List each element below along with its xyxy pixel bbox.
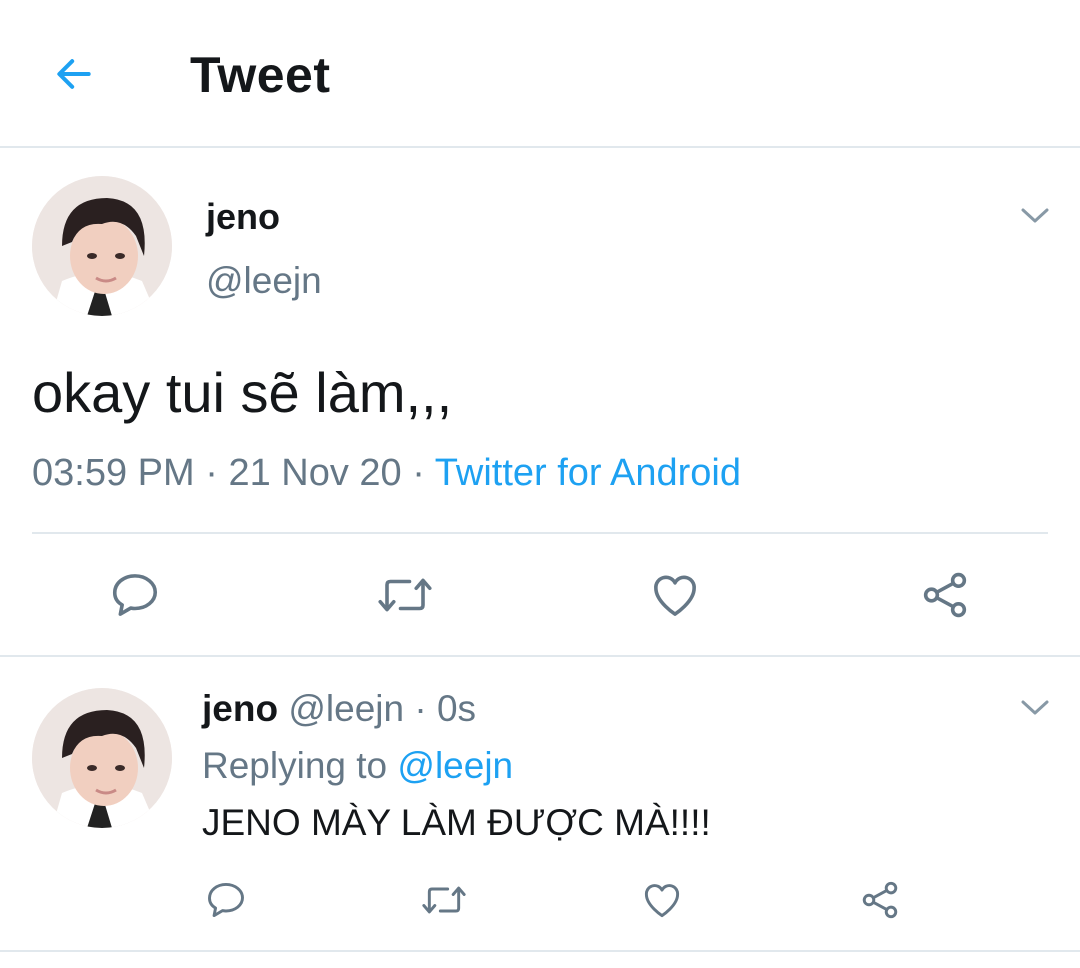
replying-to-mention[interactable]: @leejn: [397, 745, 513, 786]
heart-icon: [644, 884, 680, 918]
share-button[interactable]: [916, 566, 974, 624]
divider: [0, 655, 1080, 657]
reply-header: jeno @leejn · 0s: [202, 688, 476, 730]
reply-author-name[interactable]: jeno: [202, 688, 278, 729]
avatar[interactable]: [32, 176, 172, 316]
meta-separator: ·: [194, 452, 229, 494]
like-button[interactable]: [646, 566, 704, 624]
tweet-text: okay tui sẽ làm,,,: [32, 361, 453, 424]
tweet-date: 21 Nov 20: [228, 452, 402, 494]
back-button[interactable]: [48, 48, 100, 100]
reply-author-handle[interactable]: @leejn: [288, 688, 404, 729]
divider: [0, 950, 1080, 952]
reply-button[interactable]: [106, 566, 164, 624]
arrow-left-icon: [57, 59, 91, 89]
retweet-icon: [378, 578, 432, 612]
meta-separator: ·: [404, 688, 437, 729]
share-button[interactable]: [856, 876, 904, 924]
chevron-down-icon: [1021, 700, 1049, 715]
reply-age: 0s: [436, 688, 477, 729]
retweet-icon: [422, 886, 466, 914]
reply-text: JENO MÀY LÀM ĐƯỢC MÀ!!!!: [202, 802, 711, 843]
reply-icon: [208, 882, 244, 918]
tweet-time: 03:59 PM: [32, 452, 195, 494]
reply-icon: [112, 574, 158, 616]
chevron-down-icon: [1021, 208, 1049, 223]
avatar[interactable]: [32, 688, 172, 828]
heart-icon: [654, 575, 696, 616]
divider: [32, 532, 1048, 534]
tweet-options-button[interactable]: [1018, 200, 1052, 230]
like-button[interactable]: [638, 876, 686, 924]
share-icon: [923, 572, 967, 618]
replying-to-label: Replying to: [202, 745, 398, 786]
tweet-source-link[interactable]: Twitter for Android: [435, 452, 741, 494]
share-icon: [862, 881, 898, 919]
reply-options-button[interactable]: [1018, 692, 1052, 722]
author-name[interactable]: jeno: [206, 196, 280, 238]
author-handle[interactable]: @leejn: [206, 260, 322, 302]
page-title: Tweet: [190, 47, 331, 103]
top-app-bar: Tweet: [0, 0, 1080, 148]
tweet-meta: 03:59 PM · 21 Nov 20 · Twitter for Andro…: [32, 452, 741, 495]
replying-to: Replying to @leejn: [202, 745, 513, 787]
retweet-button[interactable]: [374, 566, 436, 624]
meta-separator: ·: [401, 452, 435, 494]
retweet-button[interactable]: [418, 876, 470, 924]
reply-button[interactable]: [202, 876, 250, 924]
